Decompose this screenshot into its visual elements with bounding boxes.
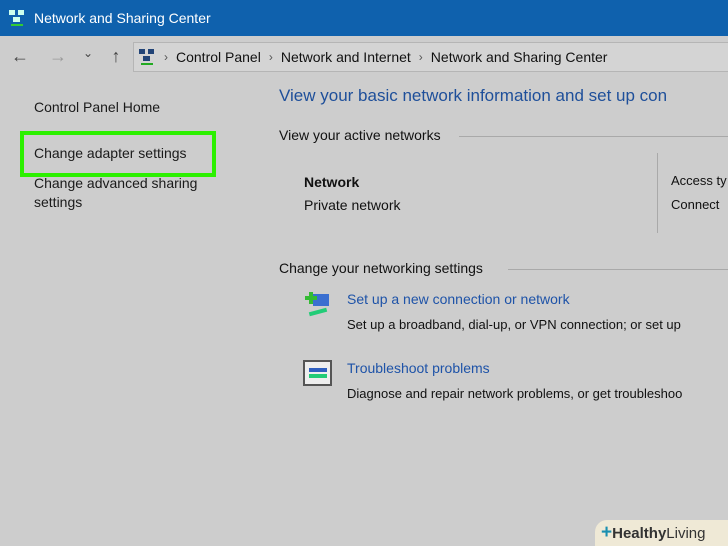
- watermark-bold: Healthy: [612, 524, 667, 542]
- breadcrumb-item[interactable]: Control Panel: [176, 49, 261, 65]
- section-title: View your active networks: [279, 127, 441, 143]
- chevron-right-icon: ›: [268, 50, 273, 64]
- window-title: Network and Sharing Center: [34, 10, 211, 26]
- recent-locations-button[interactable]: ⌄: [78, 46, 98, 60]
- troubleshoot-link[interactable]: Troubleshoot problems: [347, 360, 725, 376]
- navigation-bar: ← → ⌄ ↑ › Control Panel › Network and In…: [0, 36, 728, 80]
- divider: [657, 153, 658, 233]
- sidebar-item-change-adapter-settings[interactable]: Change adapter settings: [34, 145, 187, 161]
- address-bar[interactable]: › Control Panel › Network and Internet ›…: [133, 42, 728, 72]
- troubleshoot-icon: [303, 360, 332, 386]
- connections-label: Connect: [671, 197, 720, 212]
- back-button[interactable]: ←: [8, 46, 32, 67]
- watermark-logo: + Healthy Living: [595, 520, 728, 546]
- setup-connection-link[interactable]: Set up a new connection or network: [347, 291, 725, 307]
- network-icon: [9, 10, 24, 26]
- divider: [508, 269, 728, 270]
- sidebar-item-change-advanced-sharing[interactable]: Change advanced sharing settings: [34, 174, 224, 212]
- breadcrumb-item[interactable]: Network and Sharing Center: [431, 49, 608, 65]
- sidebar-item-control-panel-home[interactable]: Control Panel Home: [34, 99, 160, 115]
- task-description: Diagnose and repair network problems, or…: [347, 386, 683, 401]
- new-connection-icon: [305, 292, 329, 317]
- divider: [459, 136, 728, 137]
- network-name: Network: [304, 174, 360, 190]
- section-title: Change your networking settings: [279, 260, 483, 276]
- chevron-right-icon: ›: [164, 50, 168, 64]
- forward-button[interactable]: →: [46, 46, 70, 67]
- page-title: View your basic network information and …: [279, 86, 668, 105]
- task-description: Set up a broadband, dial-up, or VPN conn…: [347, 317, 681, 332]
- up-button[interactable]: ↑: [104, 46, 128, 67]
- network-icon: [139, 49, 154, 65]
- breadcrumb-item[interactable]: Network and Internet: [281, 49, 411, 65]
- watermark-rest: Living: [666, 524, 706, 542]
- plus-icon: +: [601, 522, 613, 543]
- chevron-right-icon: ›: [418, 50, 423, 64]
- access-type-label: Access ty: [671, 173, 727, 188]
- network-type: Private network: [304, 197, 401, 213]
- title-bar: Network and Sharing Center: [0, 0, 728, 36]
